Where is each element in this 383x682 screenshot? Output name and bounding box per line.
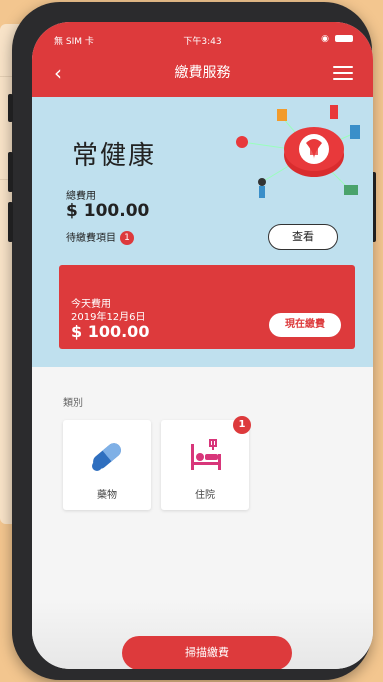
category-hospitalization[interactable]: 住院 [161, 420, 249, 510]
hospital-bed-icon [191, 439, 221, 470]
page-title: 繳費服務 [174, 65, 231, 81]
pending-count-badge: 1 [120, 231, 134, 245]
view-button[interactable]: 查看 [268, 224, 338, 250]
app-screen: 無 SIM 卡 下午3:43 ◉ ‹ 繳費服務 常健康 總費用 $ 100.00… [32, 22, 373, 669]
menu-icon[interactable] [333, 66, 353, 80]
hospitalization-badge: 1 [233, 416, 251, 434]
today-fee-card: 今天費用 2019年12月6日 $ 100.00 現在繳費 [59, 265, 355, 349]
pill-icon [92, 443, 121, 471]
status-bar: 無 SIM 卡 下午3:43 ◉ [32, 34, 373, 50]
total-value: $ 100.00 [66, 201, 150, 221]
category-label-hospitalization: 住院 [195, 490, 215, 501]
phone-frame: 無 SIM 卡 下午3:43 ◉ ‹ 繳費服務 常健康 總費用 $ 100.00… [8, 2, 376, 680]
pending-items: 待繳費項目 1 [66, 229, 134, 245]
brand-title: 常健康 [72, 141, 157, 171]
nav-bar: ‹ 繳費服務 [32, 62, 373, 86]
scan-pay-button[interactable]: 掃描繳費 [122, 636, 292, 669]
today-date: 2019年12月6日 [71, 312, 146, 323]
battery-icon: ◉ [321, 34, 353, 44]
category-label-medication: 藥物 [97, 490, 117, 501]
total-label: 總費用 [66, 191, 96, 202]
app-header: 無 SIM 卡 下午3:43 ◉ ‹ 繳費服務 [32, 22, 373, 97]
pay-now-button[interactable]: 現在繳費 [269, 313, 341, 337]
health-network-illustration [236, 105, 360, 198]
category-medication[interactable]: 藥物 [63, 420, 151, 510]
category-label: 類別 [63, 398, 83, 409]
pending-label: 待繳費項目 [66, 233, 116, 244]
today-amount: $ 100.00 [71, 322, 150, 341]
